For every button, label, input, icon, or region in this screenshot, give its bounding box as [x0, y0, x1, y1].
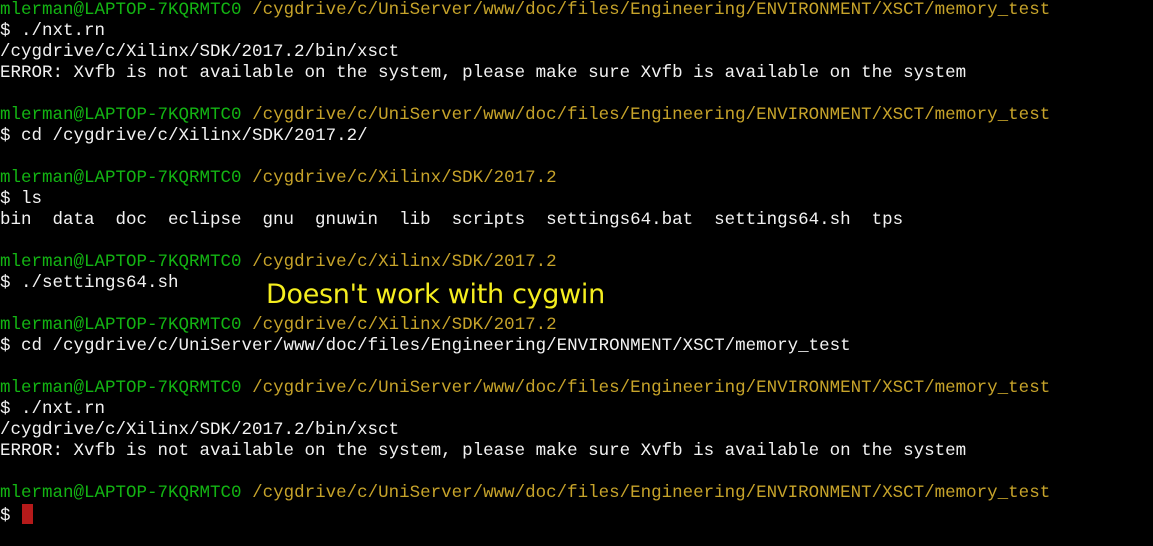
prompt-symbol: $ — [0, 189, 22, 209]
prompt-user-host: mlerman@LAPTOP-7KQRMTC0 — [0, 0, 242, 20]
prompt-user-host: mlerman@LAPTOP-7KQRMTC0 — [0, 378, 242, 398]
terminal-output: mlerman@LAPTOP-7KQRMTC0 /cygdrive/c/UniS… — [0, 0, 1153, 526]
prompt-path: /cygdrive/c/UniServer/www/doc/files/Engi… — [252, 378, 1051, 398]
terminal-window[interactable]: mlerman@LAPTOP-7KQRMTC0 /cygdrive/c/UniS… — [0, 0, 1153, 546]
output-line: ERROR: Xvfb is not available on the syst… — [0, 441, 967, 461]
prompt-user-host: mlerman@LAPTOP-7KQRMTC0 — [0, 105, 242, 125]
command-text: ./nxt.rn — [21, 21, 106, 41]
prompt-symbol: $ — [0, 336, 22, 356]
prompt-user-host: mlerman@LAPTOP-7KQRMTC0 — [0, 315, 242, 335]
prompt-header-line: mlerman@LAPTOP-7KQRMTC0 /cygdrive/c/UniS… — [0, 105, 1153, 126]
prompt-path: /cygdrive/c/UniServer/www/doc/files/Engi… — [252, 483, 1051, 503]
prompt-symbol: $ — [0, 506, 22, 526]
prompt-header-line: mlerman@LAPTOP-7KQRMTC0 /cygdrive/c/UniS… — [0, 0, 1153, 21]
command-text: cd /cygdrive/c/Xilinx/SDK/2017.2/ — [21, 126, 368, 146]
prompt-user-host: mlerman@LAPTOP-7KQRMTC0 — [0, 483, 242, 503]
annotation-label: Doesn't work with cygwin — [266, 279, 605, 310]
prompt-symbol: $ — [0, 126, 22, 146]
prompt-user-host: mlerman@LAPTOP-7KQRMTC0 — [0, 168, 242, 188]
prompt-path: /cygdrive/c/Xilinx/SDK/2017.2 — [252, 315, 557, 335]
prompt-user-host: mlerman@LAPTOP-7KQRMTC0 — [0, 252, 242, 272]
text-cursor — [22, 504, 34, 524]
command-text: ls — [21, 189, 43, 209]
prompt-header-line: mlerman@LAPTOP-7KQRMTC0 /cygdrive/c/Xili… — [0, 168, 1153, 189]
prompt-header-line: mlerman@LAPTOP-7KQRMTC0 /cygdrive/c/UniS… — [0, 378, 1153, 399]
prompt-symbol: $ — [0, 399, 22, 419]
prompt-path: /cygdrive/c/Xilinx/SDK/2017.2 — [252, 252, 557, 272]
prompt-header-line: mlerman@LAPTOP-7KQRMTC0 /cygdrive/c/Xili… — [0, 252, 1153, 273]
command-line[interactable]: $ cd /cygdrive/c/Xilinx/SDK/2017.2/ — [0, 126, 1153, 147]
prompt-path: /cygdrive/c/UniServer/www/doc/files/Engi… — [252, 105, 1051, 125]
prompt-path: /cygdrive/c/UniServer/www/doc/files/Engi… — [252, 0, 1051, 20]
output-line: /cygdrive/c/Xilinx/SDK/2017.2/bin/xsct — [0, 42, 400, 62]
output-line: bin data doc eclipse gnu gnuwin lib scri… — [0, 210, 904, 230]
command-text: ./nxt.rn — [21, 399, 106, 419]
output-line: /cygdrive/c/Xilinx/SDK/2017.2/bin/xsct — [0, 420, 400, 440]
command-line[interactable]: $ ls — [0, 189, 1153, 210]
command-line[interactable]: $ — [0, 504, 1153, 526]
prompt-header-line: mlerman@LAPTOP-7KQRMTC0 /cygdrive/c/UniS… — [0, 483, 1153, 504]
prompt-header-line: mlerman@LAPTOP-7KQRMTC0 /cygdrive/c/Xili… — [0, 315, 1153, 336]
command-text: cd /cygdrive/c/UniServer/www/doc/files/E… — [21, 336, 851, 356]
command-line[interactable]: $ cd /cygdrive/c/UniServer/www/doc/files… — [0, 336, 1153, 357]
command-line[interactable]: $ ./nxt.rn — [0, 21, 1153, 42]
output-line: ERROR: Xvfb is not available on the syst… — [0, 63, 967, 83]
prompt-symbol: $ — [0, 21, 22, 41]
command-text: ./settings64.sh — [21, 273, 179, 293]
command-line[interactable]: $ ./nxt.rn — [0, 399, 1153, 420]
prompt-path: /cygdrive/c/Xilinx/SDK/2017.2 — [252, 168, 557, 188]
prompt-symbol: $ — [0, 273, 22, 293]
